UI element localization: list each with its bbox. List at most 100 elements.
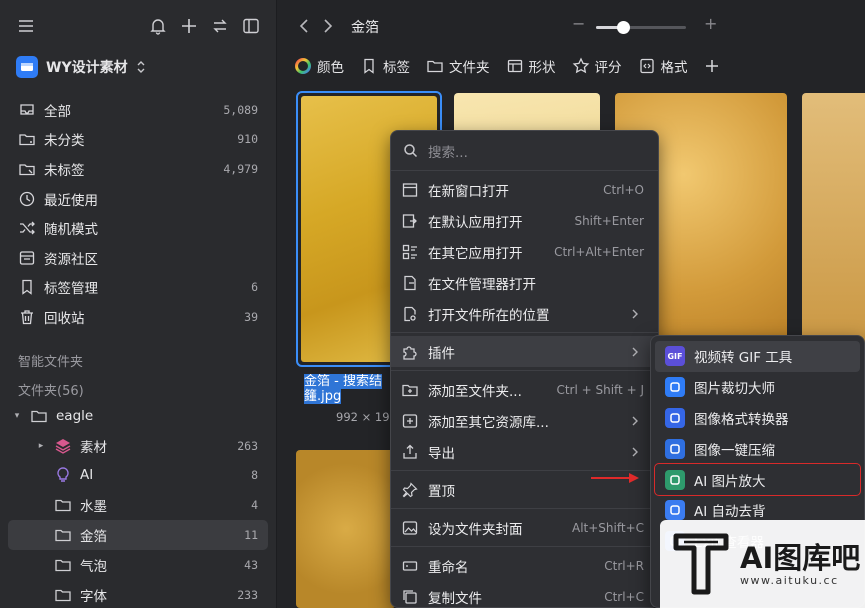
sidebar-nav: 全部 5,089 未分类 910 未标签 4,979 最近使用随机模式 资源社区 标签管理 6 回收… [8, 95, 268, 332]
sidebar-toggle-icon[interactable] [241, 16, 261, 36]
ai-upscale-icon [665, 469, 685, 490]
filter-label: 文件夹 [449, 60, 490, 76]
thumbnail[interactable] [296, 450, 396, 608]
filter-button[interactable]: 标签 [360, 56, 410, 76]
menu-icon[interactable] [16, 16, 36, 36]
library-logo-icon [16, 56, 38, 78]
expand-caret-icon[interactable]: ▾ [12, 411, 22, 421]
filter-button[interactable]: 文件夹 [426, 56, 490, 76]
expand-caret-icon[interactable]: ▸ [36, 441, 46, 451]
sidebar-item-label: 未分类 [44, 133, 85, 150]
folder-item[interactable]: 气泡 43 [8, 550, 268, 580]
filter-label: 颜色 [317, 60, 344, 76]
sidebar-item-label: 全部 [44, 103, 71, 120]
folder-item[interactable]: ▾ eagle [8, 401, 268, 431]
library-switcher[interactable]: WY设计素材 [16, 55, 146, 79]
plugin-item[interactable]: 图像一键压缩 [655, 433, 860, 464]
menu-separator [391, 370, 658, 371]
breadcrumb: 金箔 [351, 20, 379, 36]
unfiled-icon [18, 130, 36, 148]
bell-icon[interactable] [148, 16, 168, 36]
context-menu-item[interactable]: 添加至文件夹... Ctrl + Shift + J [391, 374, 658, 405]
sidebar-item[interactable]: 最近使用 [8, 184, 268, 214]
forward-icon[interactable] [322, 18, 334, 34]
context-menu-items: 在新窗口打开 Ctrl+O 在默认应用打开 Shift+Enter 在其它应用打开 Ctr… [391, 171, 658, 607]
context-menu-item[interactable]: 在默认应用打开 Shift+Enter [391, 205, 658, 236]
sidebar-item[interactable]: 未标签 4,979 [8, 154, 268, 184]
folder-item-count: 43 [244, 557, 258, 572]
smart-folders-title[interactable]: 智能文件夹 [18, 351, 83, 370]
menu-item-label: 设为文件夹封面 [428, 521, 523, 538]
menu-item-shortcut: Ctrl + Shift + J [556, 382, 644, 397]
sidebar-item[interactable]: 未分类 910 [8, 125, 268, 155]
thumbnail[interactable] [802, 93, 865, 373]
watermark-url: www.aituku.cc [740, 573, 839, 587]
context-menu-item[interactable]: 设为文件夹封面 Alt+Shift+C [391, 512, 658, 543]
sidebar-item[interactable]: 随机模式 [8, 213, 268, 243]
sidebar-item[interactable]: 回收站 39 [8, 302, 268, 332]
menu-item-shortcut: Ctrl+R [604, 558, 644, 573]
folder-item-label: 金箔 [80, 529, 107, 546]
filter-button[interactable]: 形状 [506, 56, 556, 76]
folder-icon [53, 586, 73, 604]
filter-button[interactable]: 格式 [638, 56, 688, 76]
plus-icon[interactable] [179, 16, 199, 36]
menu-item-label: 添加至文件夹... [428, 383, 522, 400]
context-menu-item[interactable]: 插件 [391, 336, 658, 367]
library-name: WY设计素材 [46, 60, 128, 76]
zoom-slider[interactable] [596, 21, 686, 34]
plugin-item-label: AI 图片放大 [694, 473, 766, 490]
folder-item-label: 字体 [80, 588, 107, 605]
sidebar-item-count: 910 [237, 132, 258, 147]
folder-item-count: 233 [237, 587, 258, 602]
file-name[interactable]: 金箔 - 搜索结 籦.jpg [304, 374, 396, 404]
context-menu-item[interactable]: 打开文件所在的位置 [391, 298, 658, 329]
context-menu-item[interactable]: 导出 [391, 436, 658, 467]
sidebar-item-count: 5,089 [223, 102, 258, 117]
sidebar: WY设计素材 全部 5,089 未分类 910 未标签 4,979 最近使用随机模式 资源社区… [0, 0, 277, 608]
folder-item[interactable]: 水墨 4 [8, 490, 268, 520]
layers-icon [53, 437, 73, 455]
folder-item[interactable]: ▸ 素材 263 [8, 431, 268, 461]
add-filter-icon[interactable] [704, 58, 720, 74]
chevron-right-icon [626, 305, 644, 323]
context-menu-item[interactable]: 在新窗口打开 Ctrl+O [391, 174, 658, 205]
menu-item-label: 插件 [428, 345, 455, 362]
ai-remove-bg-icon [665, 500, 685, 521]
folder-item[interactable]: 字体 233 [8, 580, 268, 608]
sidebar-item-label: 最近使用 [44, 192, 98, 209]
zoom-slider-thumb[interactable] [617, 21, 630, 34]
zoom-in-button[interactable]: + [704, 14, 717, 33]
filter-button[interactable]: 颜色 [294, 56, 344, 76]
folder-item-label: 气泡 [80, 558, 107, 575]
context-menu-item[interactable]: 在文件管理器打开 [391, 267, 658, 298]
plugin-item[interactable]: GIF 视频转 GIF 工具 [655, 341, 860, 372]
cover-icon [401, 519, 419, 537]
plugin-item[interactable]: 图片裁切大师 [655, 372, 860, 403]
zoom-out-button[interactable]: − [572, 14, 585, 33]
menu-separator [391, 546, 658, 547]
menu-item-label: 添加至其它资源库... [428, 414, 549, 431]
folder-item-selected[interactable]: 金箔 11 [8, 520, 268, 550]
swap-icon[interactable] [210, 16, 230, 36]
file-name-line1: 金箔 - 搜索结 [304, 374, 382, 389]
context-menu-search[interactable]: 搜索... [391, 131, 658, 171]
filter-button[interactable]: 评分 [572, 56, 622, 76]
context-menu-item[interactable]: 重命名 Ctrl+R [391, 550, 658, 581]
sidebar-item[interactable]: 资源社区 [8, 243, 268, 273]
plugin-item[interactable]: AI 图片放大 [654, 463, 861, 496]
sidebar-item[interactable]: 标签管理 6 [8, 273, 268, 303]
sidebar-item[interactable]: 全部 5,089 [8, 95, 268, 125]
back-icon[interactable] [298, 18, 310, 34]
context-menu-item[interactable]: 添加至其它资源库... [391, 405, 658, 436]
pin-icon [401, 481, 419, 499]
video-gif-icon: GIF [665, 346, 685, 367]
plugin-item[interactable]: 图像格式转换器 [655, 403, 860, 434]
trash-icon [18, 308, 36, 326]
context-menu-item[interactable]: 在其它应用打开 Ctrl+Alt+Enter [391, 236, 658, 267]
community-icon [18, 249, 36, 267]
folder-item[interactable]: AI 8 [8, 461, 268, 491]
chevron-right-icon [626, 443, 644, 461]
context-menu-item[interactable]: 复制文件 Ctrl+C [391, 581, 658, 607]
folders-title[interactable]: 文件夹(56) [18, 380, 84, 399]
